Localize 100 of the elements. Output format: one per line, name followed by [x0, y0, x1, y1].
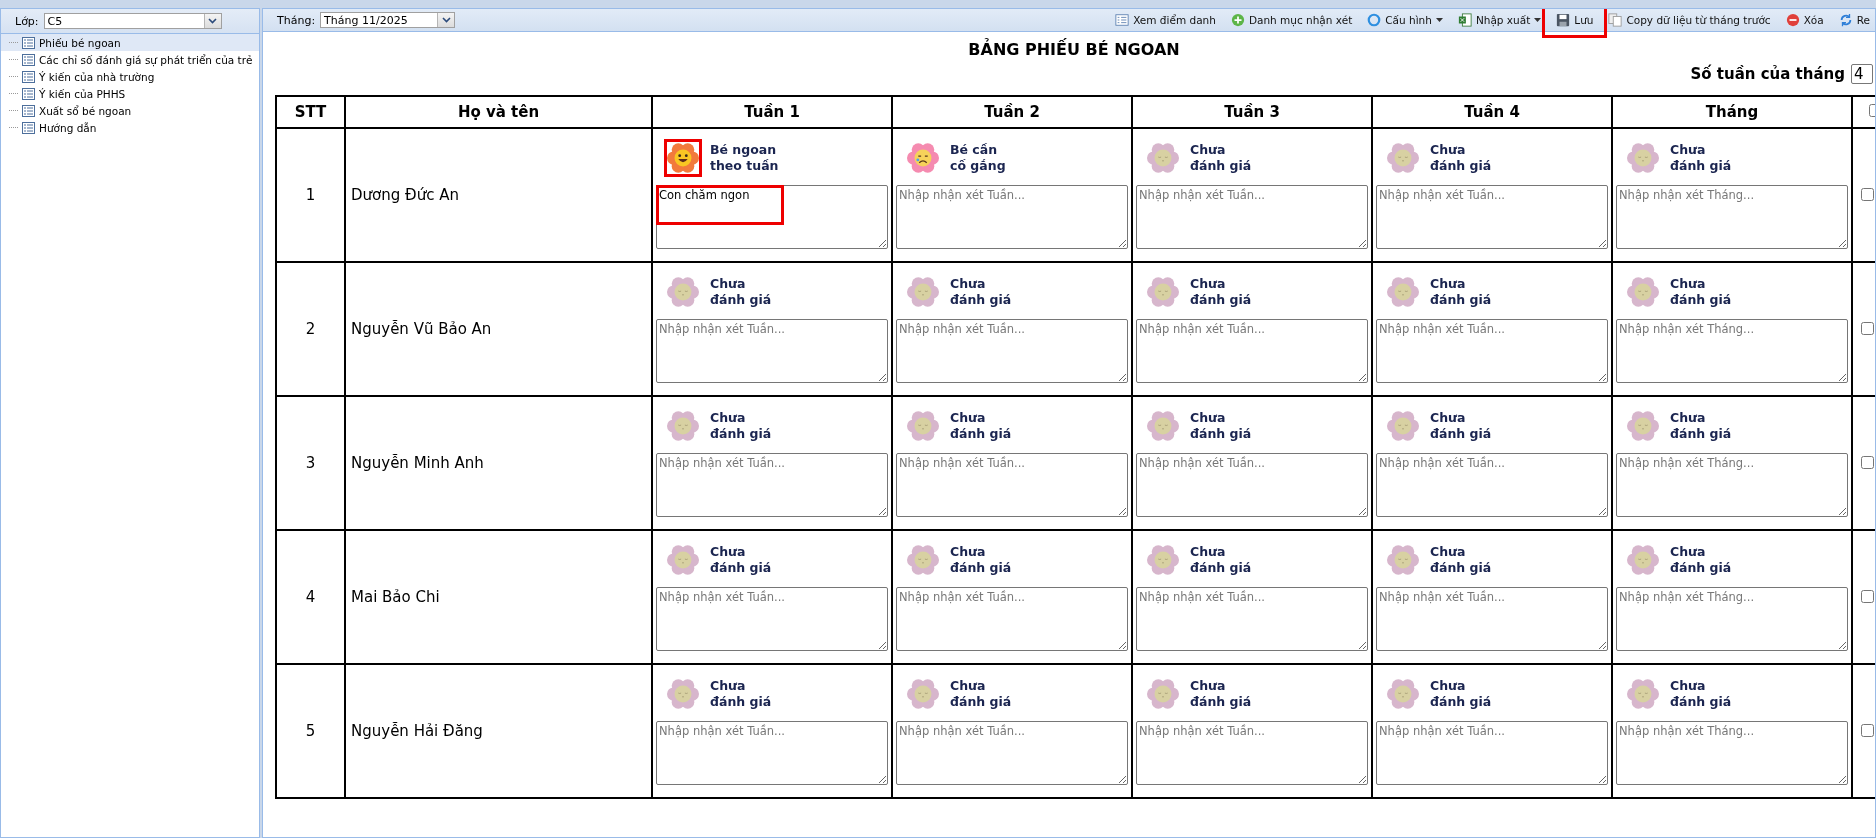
rating-label: Chưa đánh giá: [1190, 410, 1252, 442]
rating-label: Chưa đánh giá: [710, 678, 772, 710]
comment-field[interactable]: Nhập nhận xét Tháng...: [1616, 721, 1848, 785]
caret-icon: [1435, 18, 1443, 22]
toolbar-button[interactable]: Cấu hình: [1362, 11, 1448, 29]
page-title: BẢNG PHIẾU BÉ NGOAN: [967, 37, 1181, 61]
rating-label: Chưa đánh giá: [950, 276, 1012, 308]
rating-label: Chưa đánh giá: [1190, 276, 1252, 308]
month-select[interactable]: Tháng 11/2025: [320, 12, 456, 28]
flower-face-icon: [1387, 544, 1419, 576]
rating-label: Chưa đánh giá: [950, 678, 1012, 710]
comment-field[interactable]: Nhập nhận xét Tuần...: [1376, 721, 1608, 785]
comment-field[interactable]: Nhập nhận xét Tuần...: [896, 453, 1128, 517]
comment-field[interactable]: Nhập nhận xét Tuần...: [896, 587, 1128, 651]
comment-field[interactable]: Nhập nhận xét Tuần...: [656, 453, 888, 517]
rating-label: Chưa đánh giá: [1430, 410, 1492, 442]
rating-label: Bé cần cố gắng: [950, 142, 1006, 174]
comment-field[interactable]: Nhập nhận xét Tháng...: [1616, 587, 1848, 651]
row-number: 3: [304, 454, 317, 472]
flower-face-icon: [907, 276, 939, 308]
flower-face-icon: [907, 544, 939, 576]
toolbar-button[interactable]: Re: [1833, 11, 1875, 29]
toolbar-button[interactable]: Xem điểm danh: [1110, 11, 1221, 29]
comment-field[interactable]: Nhập nhận xét Tuần...: [656, 319, 888, 383]
comment-field[interactable]: Nhập nhận xét Tuần...: [1136, 185, 1368, 249]
toolbar-button[interactable]: Lưu: [1551, 11, 1599, 29]
comment-field[interactable]: Nhập nhận xét Tuần...: [896, 721, 1128, 785]
flower-face-icon: [1387, 678, 1419, 710]
weeks-select[interactable]: 4: [1851, 64, 1873, 84]
rating-label: Chưa đánh giá: [1190, 678, 1252, 710]
rating-label: Chưa đánh giá: [1670, 544, 1732, 576]
row-checkbox[interactable]: [1861, 187, 1874, 201]
add-icon: [1230, 13, 1245, 27]
flower-face-icon: [907, 678, 939, 710]
rating-label: Chưa đánh giá: [1670, 678, 1732, 710]
tree-item[interactable]: Các chỉ số đánh giá sự phát triển của trẻ: [1, 51, 259, 68]
toolbar-button[interactable]: Copy dữ liệu từ tháng trước: [1603, 11, 1776, 29]
list-icon: [22, 87, 35, 100]
list-icon: [22, 104, 35, 117]
flower-face-icon: [1387, 276, 1419, 308]
refresh-icon: [1838, 13, 1853, 27]
rating-label: Chưa đánh giá: [710, 276, 772, 308]
column-header: Tuần 2: [892, 96, 1132, 128]
rating-label: Chưa đánh giá: [1430, 544, 1492, 576]
tree-item[interactable]: Phiếu bé ngoan: [1, 34, 259, 51]
flower-face-icon: [1627, 142, 1659, 174]
comment-field[interactable]: Nhập nhận xét Tuần...: [1136, 721, 1368, 785]
row-number: 2: [304, 320, 317, 338]
weeks-label: Số tuần của tháng: [1690, 65, 1845, 83]
rating-label: Chưa đánh giá: [1190, 142, 1252, 174]
row-checkbox[interactable]: [1861, 321, 1874, 335]
comment-field[interactable]: Nhập nhận xét Tuần...: [1376, 185, 1608, 249]
comment-field[interactable]: Nhập nhận xét Tháng...: [1616, 185, 1848, 249]
column-header: Tuần 1: [652, 96, 892, 128]
toolbar-button[interactable]: Danh mục nhận xét: [1225, 11, 1358, 29]
tree-item[interactable]: Ý kiến của nhà trường: [1, 68, 259, 85]
flower-face-icon: [1627, 410, 1659, 442]
list-icon: [22, 70, 35, 83]
row-number: 1: [304, 186, 317, 204]
column-header: Tuần 4: [1372, 96, 1612, 128]
flower-face-icon: [1387, 410, 1419, 442]
rating-label: Chưa đánh giá: [710, 544, 772, 576]
flower-face-icon: [1387, 142, 1419, 174]
toolbar-button[interactable]: Nhập xuất: [1452, 11, 1547, 29]
flower-face-icon: [1147, 544, 1179, 576]
rating-label: Chưa đánh giá: [710, 410, 772, 442]
copy-icon: [1608, 13, 1623, 27]
comment-field[interactable]: Nhập nhận xét Tháng...: [1616, 453, 1848, 517]
flower-face-icon: [907, 410, 939, 442]
tree-item[interactable]: Ý kiến của PHHS: [1, 85, 259, 102]
comment-field[interactable]: Nhập nhận xét Tháng...: [1616, 319, 1848, 383]
comment-field[interactable]: Nhập nhận xét Tuần...: [896, 185, 1128, 249]
comment-field[interactable]: Con chăm ngon: [656, 185, 888, 249]
flower-face-icon: [907, 142, 939, 174]
tree-item[interactable]: Hướng dẫn: [1, 119, 259, 136]
comment-field[interactable]: Nhập nhận xét Tuần...: [1136, 453, 1368, 517]
row-checkbox[interactable]: [1861, 589, 1874, 603]
tree-item[interactable]: Xuất sổ bé ngoan: [1, 102, 259, 119]
row-checkbox[interactable]: [1861, 455, 1874, 469]
class-select[interactable]: C5: [43, 13, 222, 29]
toolbar-button[interactable]: Xóa: [1780, 11, 1829, 29]
rating-label: Chưa đánh giá: [1430, 142, 1492, 174]
flower-face-icon: [1627, 678, 1659, 710]
comment-field[interactable]: Nhập nhận xét Tuần...: [656, 721, 888, 785]
comment-field[interactable]: Nhập nhận xét Tuần...: [1136, 587, 1368, 651]
flower-face-icon: [1627, 544, 1659, 576]
flower-face-icon: [1147, 276, 1179, 308]
comment-field[interactable]: Nhập nhận xét Tuần...: [656, 587, 888, 651]
flower-face-icon: [1627, 276, 1659, 308]
column-header: Họ và tên: [345, 96, 652, 128]
comment-field[interactable]: Nhập nhận xét Tuần...: [1376, 587, 1608, 651]
comment-field[interactable]: Nhập nhận xét Tuần...: [1376, 453, 1608, 517]
rating-label: Chưa đánh giá: [950, 410, 1012, 442]
comment-field[interactable]: Nhập nhận xét Tuần...: [1376, 319, 1608, 383]
flower-face-icon: [667, 544, 699, 576]
rating-label: Chưa đánh giá: [1430, 276, 1492, 308]
comment-field[interactable]: Nhập nhận xét Tuần...: [896, 319, 1128, 383]
comment-field[interactable]: Nhập nhận xét Tuần...: [1136, 319, 1368, 383]
rating-label: Chưa đánh giá: [1670, 142, 1732, 174]
row-checkbox[interactable]: [1861, 723, 1874, 737]
